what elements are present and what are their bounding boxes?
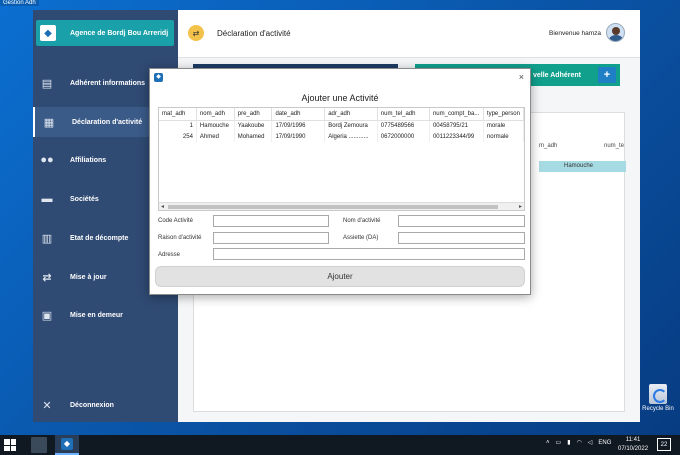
table-row[interactable]: 1 Hamouche Yaakoube 17/09/1996 Bordj Zem… bbox=[159, 120, 524, 131]
table-cell: 0775489566 bbox=[377, 120, 430, 131]
table-cell: Yaakoube bbox=[234, 120, 273, 131]
column-header[interactable]: num_tel_adh bbox=[377, 108, 430, 121]
recycle-bin-label: Recycle Bin bbox=[642, 406, 674, 412]
column-header[interactable]: adr_adh bbox=[324, 108, 378, 121]
adresse-input[interactable] bbox=[213, 248, 525, 260]
table-cell: 254 bbox=[159, 131, 197, 142]
briefcase-icon: ▬ bbox=[41, 193, 53, 205]
scrollbar-thumb[interactable] bbox=[168, 205, 498, 209]
refresh-icon: ⇄ bbox=[42, 271, 52, 284]
scroll-right-icon[interactable]: ▸ bbox=[519, 203, 522, 210]
logo-icon: ◆ bbox=[40, 25, 56, 41]
taskbar-app-icon[interactable] bbox=[31, 437, 47, 453]
table-cell: Algeria ............ bbox=[324, 131, 378, 142]
code-activite-label: Code Activité bbox=[158, 218, 194, 224]
clock[interactable]: 11:41 07/10/2022 bbox=[618, 436, 648, 454]
close-icon[interactable]: × bbox=[519, 72, 524, 82]
table-cell: Mohamed bbox=[234, 131, 273, 142]
clock-time: 11:41 bbox=[625, 437, 641, 443]
chevron-up-icon[interactable]: ˄ bbox=[546, 440, 550, 446]
table-cell: normale bbox=[483, 131, 524, 142]
ajouter-button[interactable]: Ajouter bbox=[155, 266, 525, 287]
dialog-title: Ajouter une Activité bbox=[301, 93, 379, 103]
table-cell: 1 bbox=[159, 120, 197, 131]
add-adherent-label: velle Adhérent bbox=[533, 71, 581, 79]
table-header-row: mat_adh nom_adh pre_adh date_adh adr_adh… bbox=[159, 108, 524, 121]
table-cell: 17/09/1996 bbox=[271, 120, 326, 131]
nom-activite-label: Nom d'activité bbox=[343, 218, 381, 224]
plus-icon: + bbox=[598, 67, 616, 83]
table-row[interactable]: 254 Ahmed Mohamed 17/09/1990 Algeria ...… bbox=[159, 131, 524, 142]
sidebar-item-label: Déconnexion bbox=[70, 401, 114, 409]
code-activite-input[interactable] bbox=[213, 215, 329, 227]
network-icon[interactable]: ▭ bbox=[556, 439, 562, 446]
page-title: Déclaration d'activité bbox=[217, 29, 291, 38]
language-indicator[interactable]: ENG bbox=[598, 440, 611, 446]
app-logo-icon: ◆ bbox=[154, 73, 163, 82]
column-header[interactable]: mat_adh bbox=[159, 108, 197, 121]
clock-date: 07/10/2022 bbox=[618, 446, 649, 452]
horizontal-scrollbar[interactable]: ◂ ▸ bbox=[159, 202, 524, 210]
adherent-grid[interactable]: mat_adh nom_adh pre_adh date_adh adr_adh… bbox=[158, 107, 525, 211]
sidebar-item-label: Mise à jour bbox=[70, 273, 107, 281]
alert-icon: ▣ bbox=[41, 309, 53, 322]
swap-icon[interactable]: ⇄ bbox=[188, 25, 204, 41]
sidebar-item-label: Etat de décompte bbox=[70, 234, 129, 242]
column-header[interactable]: pre_adh bbox=[234, 108, 273, 121]
column-header: num_te bbox=[604, 143, 625, 149]
brand-name: Agence de Bordj Bou Arreridj bbox=[70, 29, 169, 37]
sidebar-item-label: Mise en demeur bbox=[70, 311, 123, 319]
nom-activite-input[interactable] bbox=[398, 215, 525, 227]
taskbar: ◆ ˄ ▭ ▮ ◠ ◁ ENG 11:41 07/10/2022 22 bbox=[0, 435, 680, 455]
taskbar-active-app-icon[interactable]: ◆ bbox=[55, 435, 79, 455]
column-header[interactable]: date_adh bbox=[271, 108, 326, 121]
column-header[interactable]: num_compt_ba... bbox=[429, 108, 484, 121]
raison-activite-input[interactable] bbox=[213, 232, 329, 244]
users-icon: ●● bbox=[40, 154, 54, 166]
column-header: m_adh bbox=[539, 143, 558, 149]
report-icon: ▥ bbox=[41, 232, 53, 245]
sidebar-item-label: Sociétés bbox=[70, 195, 99, 203]
table-cell: morale bbox=[483, 120, 524, 131]
sidebar-item-label: Adhérent informations bbox=[70, 79, 146, 87]
table-cell: 0011223344/99 bbox=[429, 131, 484, 142]
volume-icon[interactable]: ◁ bbox=[588, 439, 593, 446]
adresse-label: Adresse bbox=[158, 252, 181, 258]
brand-banner: ◆ Agence de Bordj Bou Arreridj bbox=[36, 20, 174, 46]
table-cell: Hamouche bbox=[564, 163, 594, 169]
logout-button[interactable]: ✕ Déconnexion bbox=[33, 390, 178, 420]
system-tray: ˄ ▭ ▮ ◠ ◁ ENG bbox=[546, 439, 611, 447]
column-header[interactable]: type_person bbox=[483, 108, 524, 121]
wifi-icon[interactable]: ◠ bbox=[577, 439, 582, 446]
assiette-input[interactable] bbox=[398, 232, 525, 244]
notifications-icon[interactable]: 22 bbox=[657, 438, 671, 451]
table-cell: 00458795/21 bbox=[429, 120, 484, 131]
microphone-icon[interactable]: ▮ bbox=[567, 439, 570, 446]
add-activity-dialog: ◆ × Ajouter une Activité mat_adh nom_adh… bbox=[149, 68, 531, 295]
scroll-left-icon[interactable]: ◂ bbox=[161, 203, 164, 210]
document-icon: ▦ bbox=[43, 116, 55, 129]
id-card-icon: ▤ bbox=[41, 77, 53, 90]
avatar[interactable] bbox=[606, 23, 625, 42]
close-icon: ✕ bbox=[42, 399, 52, 412]
welcome-text: Bienvenue hamza bbox=[549, 30, 602, 37]
column-header[interactable]: nom_adh bbox=[196, 108, 235, 121]
assiette-label: Assiette (DA) bbox=[343, 235, 379, 241]
recycle-bin[interactable]: Recycle Bin bbox=[640, 384, 676, 412]
header-bar: ⇄ Déclaration d'activité Bienvenue hamza bbox=[178, 10, 640, 58]
table-cell: 0672000000 bbox=[377, 131, 430, 142]
table-cell: Ahmed bbox=[196, 131, 235, 142]
table-cell: Hamouche bbox=[196, 120, 235, 131]
table-cell: Bordj Zemoura bbox=[324, 120, 378, 131]
table-cell: 17/09/1990 bbox=[271, 131, 326, 142]
sidebar-item-mise-en-demeur[interactable]: ▣ Mise en demeur bbox=[33, 300, 178, 330]
raison-activite-label: Raison d'activité bbox=[158, 235, 202, 241]
sidebar-item-label: Déclaration d'activité bbox=[72, 118, 143, 126]
windows-start-icon[interactable] bbox=[4, 439, 16, 451]
app-window-title: Gestion Adh bbox=[0, 0, 39, 6]
sidebar-item-label: Affiliations bbox=[70, 156, 107, 164]
recycle-bin-icon bbox=[649, 384, 667, 404]
